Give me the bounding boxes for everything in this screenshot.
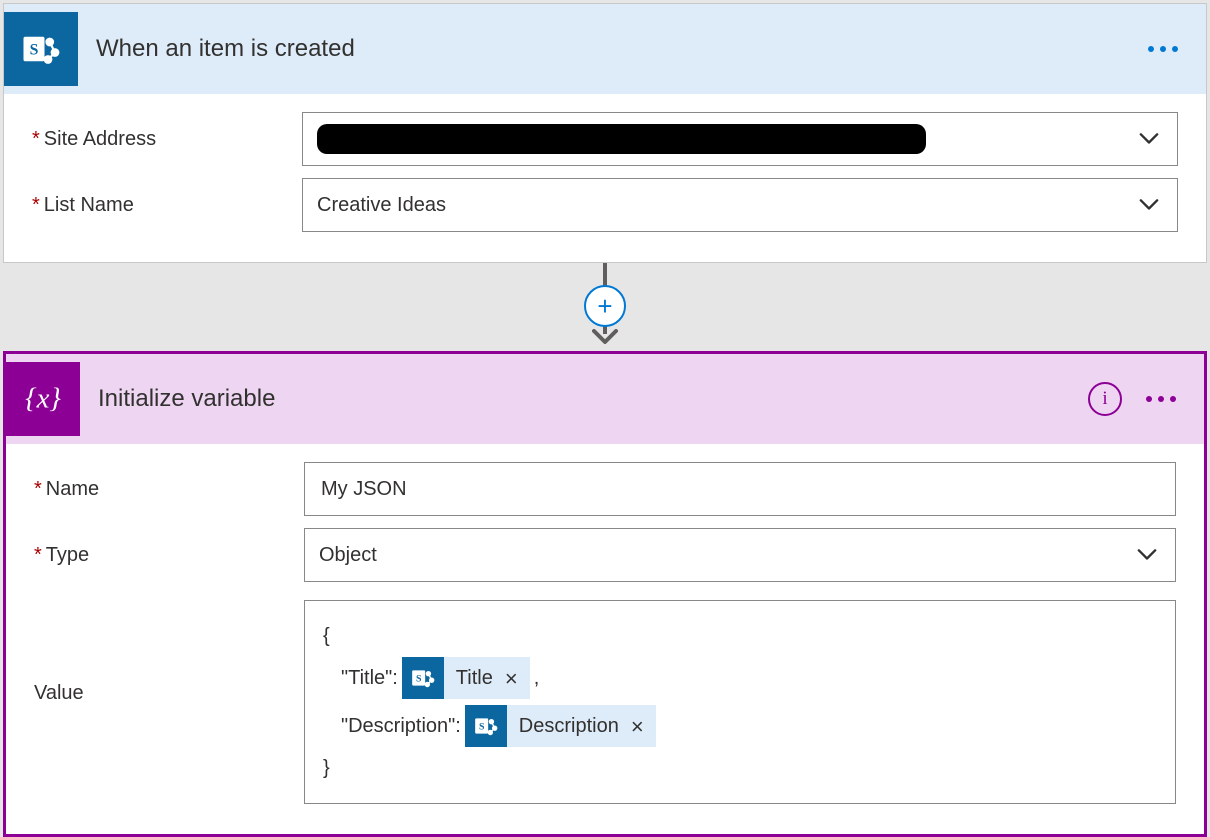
svg-text:S: S	[479, 721, 485, 732]
list-name-dropdown[interactable]: Creative Ideas	[302, 178, 1178, 232]
json-key-description: "Description":	[341, 711, 461, 741]
trigger-menu-ellipsis-icon[interactable]	[1148, 46, 1178, 52]
dynamic-token-description[interactable]: S Description ×	[465, 705, 656, 747]
site-address-row: *Site Address	[32, 106, 1178, 172]
chevron-down-icon	[1135, 125, 1163, 153]
plus-icon: +	[597, 291, 612, 322]
dynamic-token-title[interactable]: S Title ×	[402, 657, 530, 699]
action-title: Initialize variable	[98, 385, 1070, 413]
var-type-row: *Type Object	[34, 522, 1176, 588]
svg-text:S: S	[30, 41, 39, 58]
trigger-title: When an item is created	[96, 35, 1130, 63]
info-icon[interactable]: i	[1088, 382, 1122, 416]
var-type-label: *Type	[34, 544, 304, 567]
flow-designer-canvas: S When an item is created *Site Address	[0, 0, 1210, 834]
sharepoint-token-icon: S	[465, 705, 507, 747]
svg-text:{x}: {x}	[25, 383, 61, 415]
json-close-brace: }	[323, 753, 330, 783]
site-address-label: *Site Address	[32, 128, 302, 151]
token-remove-icon[interactable]: ×	[505, 662, 530, 695]
site-address-dropdown[interactable]	[302, 112, 1178, 166]
list-name-label: *List Name	[32, 194, 302, 217]
chevron-down-icon	[1135, 191, 1163, 219]
action-card-body: *Name *Type Object	[6, 444, 1204, 834]
token-text: Title	[444, 663, 505, 693]
connector: +	[3, 263, 1207, 351]
svg-text:S: S	[416, 673, 422, 684]
json-key-title: "Title":	[341, 663, 398, 693]
action-menu-ellipsis-icon[interactable]	[1146, 396, 1176, 402]
var-name-input-field[interactable]	[319, 463, 1161, 515]
var-value-label: Value	[34, 600, 304, 705]
variable-icon: {x}	[6, 362, 80, 436]
action-card: {x} Initialize variable i *Name	[3, 351, 1207, 837]
sharepoint-icon: S	[4, 12, 78, 86]
trigger-card-body: *Site Address *List Name	[4, 94, 1206, 262]
var-name-row: *Name	[34, 456, 1176, 522]
list-name-row: *List Name Creative Ideas	[32, 172, 1178, 238]
var-name-label: *Name	[34, 478, 304, 501]
list-name-value: Creative Ideas	[317, 194, 446, 217]
json-trailing: ,	[534, 663, 540, 693]
chevron-down-icon	[1133, 541, 1161, 569]
site-address-value-redacted	[317, 124, 926, 154]
var-type-dropdown[interactable]: Object	[304, 528, 1176, 582]
add-step-button[interactable]: +	[584, 285, 626, 327]
var-value-editor[interactable]: { "Title": S	[304, 600, 1176, 804]
var-value-row: Value { "Title": S	[34, 588, 1176, 810]
var-type-value: Object	[319, 544, 377, 567]
json-open-brace: {	[323, 621, 330, 651]
sharepoint-token-icon: S	[402, 657, 444, 699]
token-text: Description	[507, 711, 631, 741]
token-remove-icon[interactable]: ×	[631, 710, 656, 743]
var-name-input[interactable]	[304, 462, 1176, 516]
trigger-card-header[interactable]: S When an item is created	[4, 4, 1206, 94]
action-card-header[interactable]: {x} Initialize variable i	[6, 354, 1204, 444]
trigger-card: S When an item is created *Site Address	[3, 3, 1207, 263]
